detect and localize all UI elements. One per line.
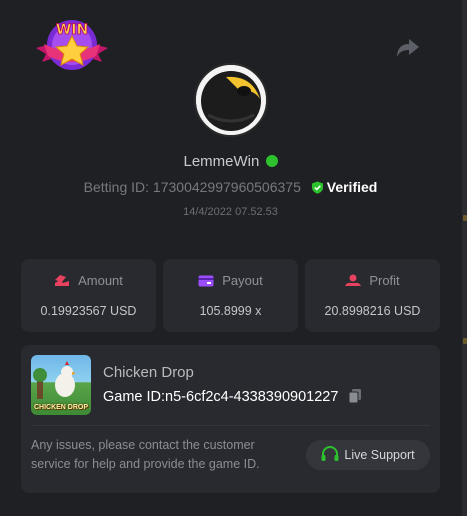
share-button[interactable] <box>396 38 420 58</box>
stat-profit: Profit 20.8998216 USD <box>305 259 440 332</box>
online-status-icon <box>265 155 278 167</box>
live-support-label: Live Support <box>344 448 415 462</box>
stat-payout-value: 105.8999 x <box>199 304 262 318</box>
profit-icon <box>345 274 362 286</box>
betting-id-label: Betting ID: <box>83 179 150 195</box>
betting-id-row: Betting ID: 1730042997960506375 Verified <box>0 179 461 195</box>
avatar <box>194 63 268 137</box>
help-text: Any issues, please contact the customer … <box>31 438 260 471</box>
game-card: CHICKEN DROP Chicken Drop Game ID:n5-6cf… <box>21 345 440 493</box>
game-name: Chicken Drop <box>103 364 194 381</box>
stat-payout-label: Payout <box>222 273 263 288</box>
stat-amount-label: Amount <box>78 273 123 288</box>
stat-profit-label: Profit <box>369 273 400 288</box>
share-icon <box>397 39 419 57</box>
stat-amount: Amount 0.19923567 USD <box>21 259 156 332</box>
game-thumbnail-title: CHICKEN DROP <box>33 404 89 411</box>
username-text: LemmeWin <box>183 153 260 170</box>
stat-profit-value: 20.8998216 USD <box>324 304 421 318</box>
game-id-value: n5-6cf2c4-4338390901227 <box>165 389 339 405</box>
headset-icon <box>321 446 339 461</box>
game-id-label: Game ID: <box>103 389 166 405</box>
logo-text: WIN <box>56 22 88 38</box>
bet-date: 14/4/2022 07.52.53 <box>183 206 278 218</box>
stat-amount-value: 0.19923567 USD <box>40 304 137 318</box>
stat-payout: Payout 105.8999 x <box>163 259 298 332</box>
betting-id-value: 1730042997960506375 <box>152 179 301 195</box>
divider <box>31 425 430 426</box>
copy-icon[interactable] <box>348 388 362 404</box>
verified-label: Verified <box>326 179 378 195</box>
amount-icon <box>55 275 70 286</box>
game-thumbnail[interactable]: CHICKEN DROP <box>31 355 91 415</box>
scrollbar-edge <box>462 0 467 516</box>
win-logo: WIN <box>34 14 110 76</box>
payout-icon <box>198 275 214 287</box>
verified-shield-icon <box>311 181 323 194</box>
live-support-button[interactable]: Live Support <box>306 440 430 470</box>
username: LemmeWin <box>0 153 461 170</box>
game-id-row: Game ID:n5-6cf2c4-4338390901227 <box>103 388 362 405</box>
